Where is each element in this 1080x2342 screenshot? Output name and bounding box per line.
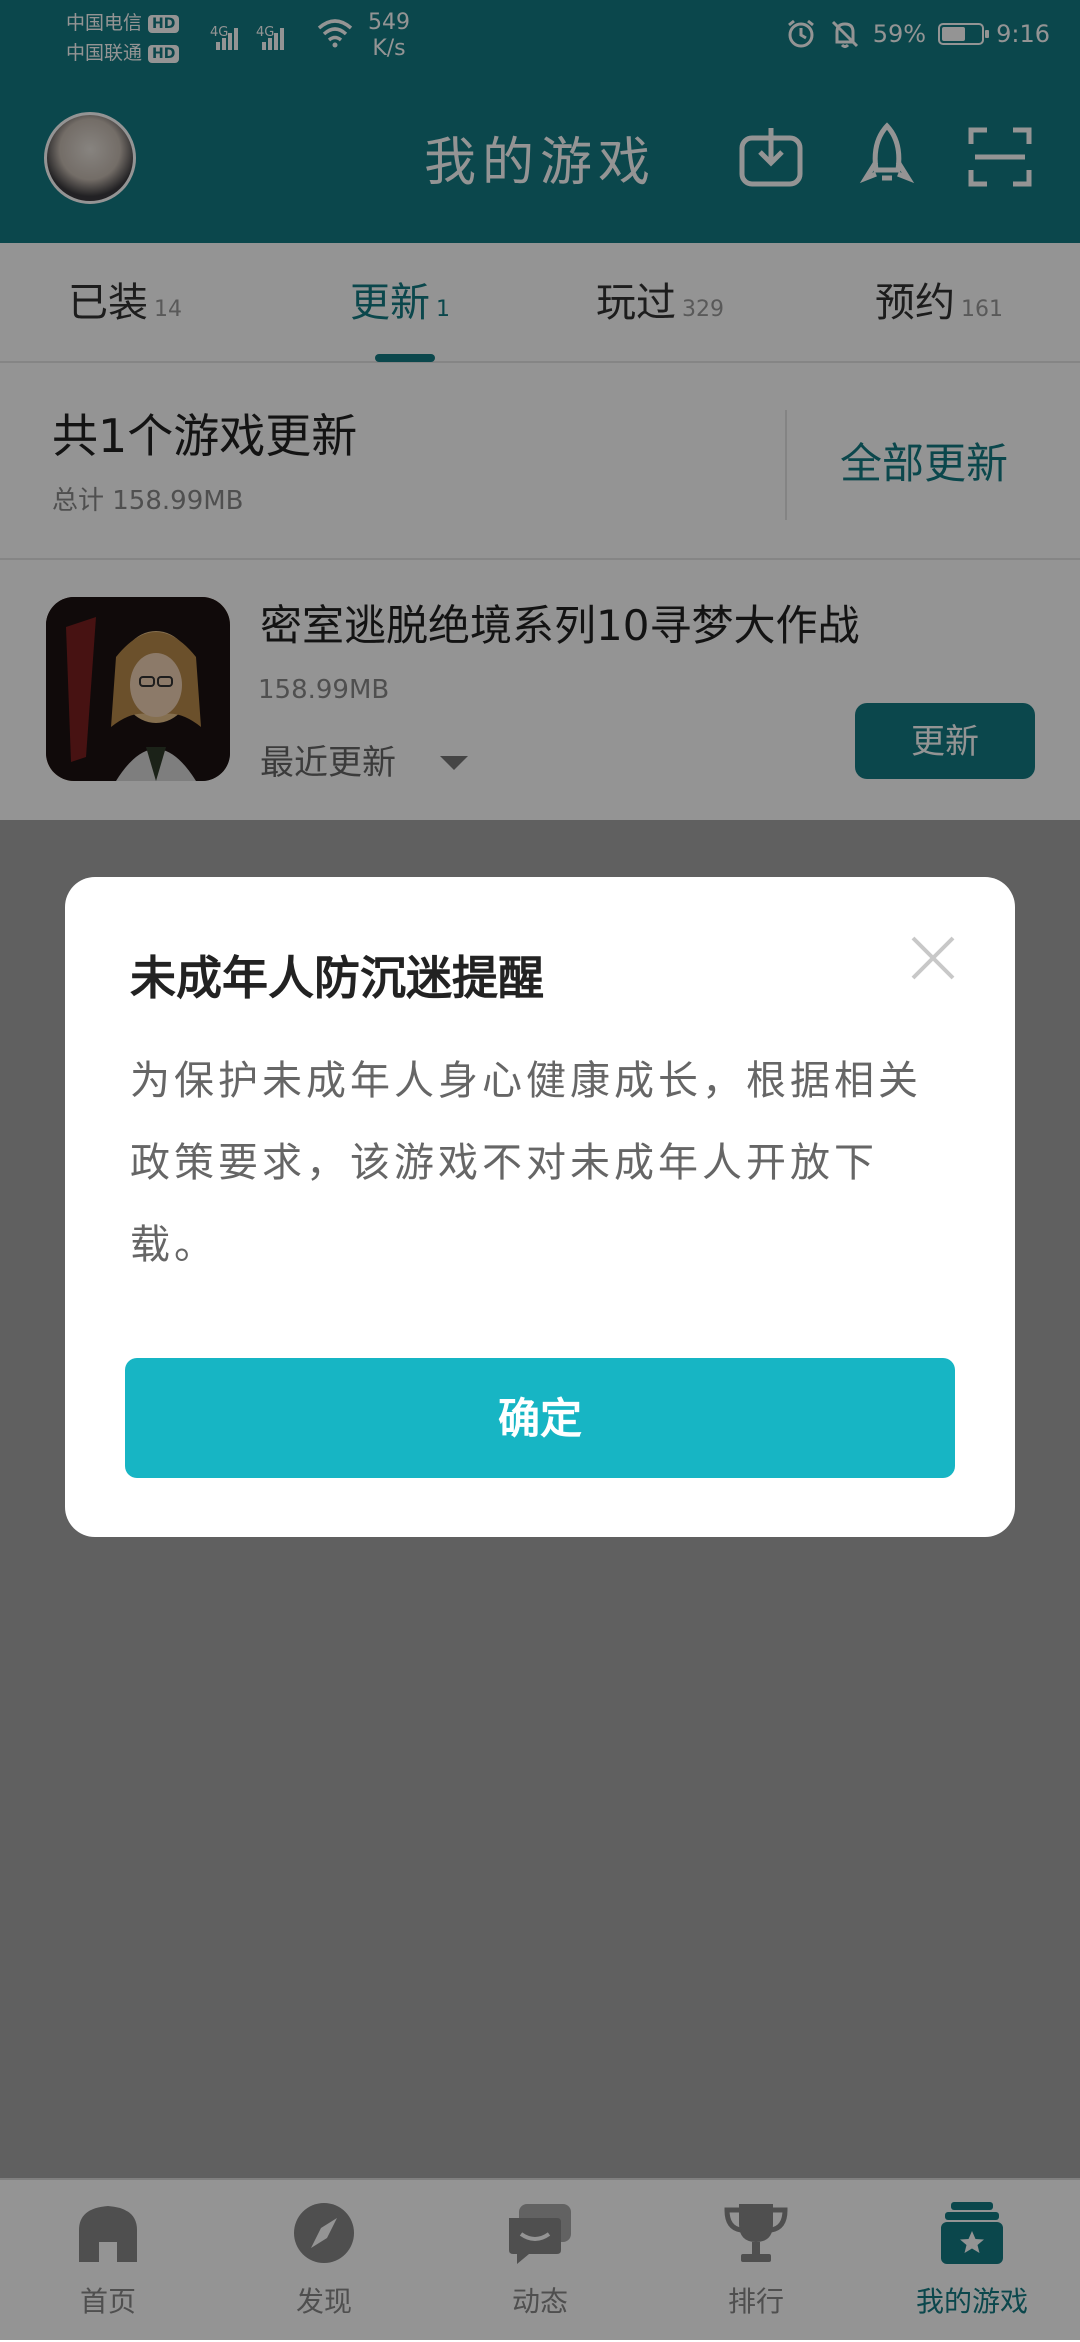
confirm-button[interactable]: 确定 [125, 1358, 955, 1478]
dialog-message: 为保护未成年人身心健康成长，根据相关政策要求，该游戏不对未成年人开放下载。 [130, 1058, 922, 1268]
close-icon[interactable] [905, 930, 961, 986]
dialog-title: 未成年人防沉迷提醒 [130, 951, 544, 1005]
